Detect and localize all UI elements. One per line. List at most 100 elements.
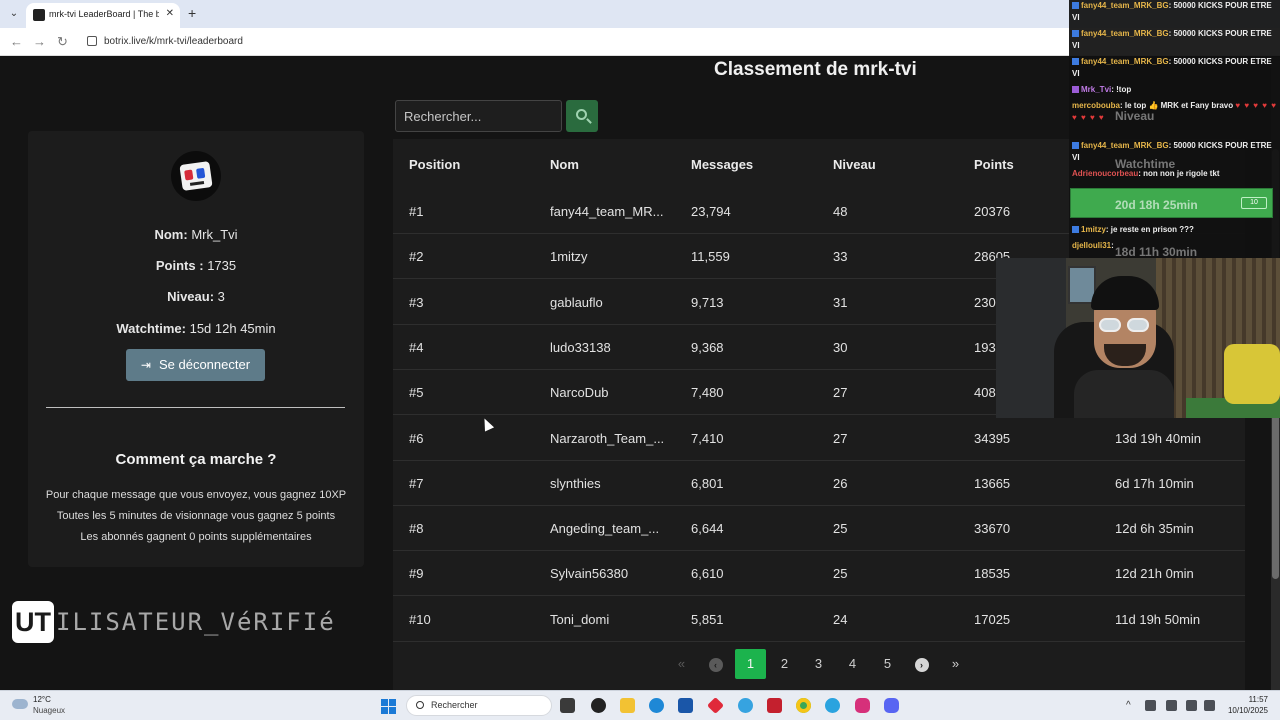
- chat-message: Adrienoucorbeau: non non je rigole tkt: [1072, 169, 1220, 178]
- page-2-button[interactable]: 2: [769, 649, 800, 679]
- cloud-tray-icon[interactable]: [1145, 700, 1156, 711]
- how-it-works-title: Comment ça marche ?: [115, 451, 277, 468]
- cell-name: gablauflo: [550, 294, 603, 310]
- streamer-webcam: [996, 258, 1280, 418]
- first-page-icon[interactable]: «: [666, 649, 697, 679]
- chat-message: djellouli31:: [1072, 241, 1114, 250]
- instagram-icon[interactable]: [855, 698, 870, 713]
- chat-message: Mrk_Tvi: !top: [1072, 84, 1277, 96]
- table-row[interactable]: #7 slynthies 6,801 26 13665 6d 17h 10min: [393, 461, 1245, 506]
- cell-points: 230: [974, 294, 996, 310]
- windows-start-icon[interactable]: [381, 699, 397, 715]
- tab-close-icon[interactable]: ✕: [166, 8, 174, 19]
- cell-messages: 9,368: [691, 339, 724, 355]
- cell-level: 48: [833, 204, 848, 219]
- search-input[interactable]: [395, 100, 562, 132]
- sign-out-icon: ⇥: [140, 358, 151, 372]
- weather-temperature[interactable]: 12°C: [33, 695, 51, 704]
- chrome-icon[interactable]: [796, 698, 811, 713]
- cell-position: #10: [409, 611, 431, 627]
- chat-message: fany44_team_MRK_BG: 50000 KICKS POUR ETR…: [1072, 29, 1272, 50]
- cell-messages: 7,480: [691, 385, 724, 401]
- browser-tab[interactable]: mrk-tvi LeaderBoard | The best ✕: [26, 3, 180, 28]
- file-explorer-icon[interactable]: [620, 698, 635, 713]
- telegram-icon[interactable]: [825, 698, 840, 713]
- clock-date[interactable]: 10/10/2025: [1222, 706, 1268, 715]
- cell-points: 33670: [974, 521, 1011, 537]
- mcafee-icon[interactable]: [767, 698, 782, 713]
- discord-icon[interactable]: [884, 698, 899, 713]
- column-header-level[interactable]: Niveau: [833, 157, 876, 172]
- chat-message: fany44_team_MRK_BG: 50000 KICKS POUR ETR…: [1072, 57, 1272, 78]
- taskbar-search[interactable]: Rechercher: [406, 695, 552, 716]
- profile-points-label: Points :: [155, 258, 204, 273]
- app-icon[interactable]: [707, 697, 724, 714]
- edge-icon[interactable]: [649, 698, 664, 713]
- weather-description[interactable]: Nuageux: [33, 706, 65, 715]
- url-field[interactable]: botrix.live/k/mrk-tvi/leaderboard: [104, 36, 243, 47]
- column-header-messages[interactable]: Messages: [691, 157, 753, 172]
- app-icon[interactable]: [591, 698, 606, 713]
- page-3-button[interactable]: 3: [803, 649, 834, 679]
- cell-watchtime: 11d 19h 50min: [1115, 611, 1201, 627]
- cell-level: 26: [833, 475, 848, 491]
- tab-list-chevron-icon[interactable]: ⌄: [6, 6, 22, 22]
- task-view-icon[interactable]: [560, 698, 575, 713]
- cell-name: Angeding_team_...: [550, 521, 660, 537]
- tab-title: mrk-tvi LeaderBoard | The best: [49, 9, 159, 19]
- profile-name-value: Mrk_Tvi: [191, 227, 238, 242]
- chevron-up-icon[interactable]: ^: [1126, 700, 1137, 711]
- table-row[interactable]: #6 Narzaroth_Team_... 7,410 27 34395 13d 19h …: [393, 416, 1245, 461]
- microphone-icon[interactable]: [1166, 700, 1177, 711]
- profile-points: Points : 1735: [28, 258, 364, 273]
- cell-name: fany44_team_MR...: [550, 204, 664, 219]
- cell-points: 13665: [974, 475, 1011, 491]
- cell-name: Toni_domi: [550, 611, 610, 627]
- cell-name: Narzaroth_Team_...: [550, 430, 665, 446]
- cell-name: 1mitzy: [550, 249, 588, 265]
- column-header-points[interactable]: Points: [974, 157, 1014, 172]
- back-arrow-icon[interactable]: ←: [10, 34, 23, 49]
- cloud-icon[interactable]: [12, 699, 28, 709]
- cell-name: ludo33138: [550, 339, 611, 355]
- page-5-button[interactable]: 5: [872, 649, 903, 679]
- wifi-icon[interactable]: [1186, 700, 1197, 711]
- previous-page-icon[interactable]: ‹: [700, 649, 731, 679]
- search-button[interactable]: [566, 100, 598, 132]
- last-page-icon[interactable]: »: [940, 649, 971, 679]
- site-info-icon[interactable]: [87, 36, 97, 46]
- cell-points: 193: [974, 339, 996, 355]
- profile-level-value: 3: [217, 289, 225, 304]
- profile-watchtime-label: Watchtime:: [116, 321, 186, 336]
- clock-time[interactable]: 11:57: [1222, 695, 1268, 704]
- cell-points: 17025: [974, 611, 1011, 627]
- cell-messages: 23,794: [691, 204, 731, 219]
- column-header-name[interactable]: Nom: [550, 157, 579, 172]
- next-page-icon[interactable]: ›: [906, 649, 937, 679]
- table-row[interactable]: #9 Sylvain56380 6,610 25 18535 12d 21h 0min: [393, 551, 1245, 597]
- profile-watchtime-value: 15d 12h 45min: [189, 321, 276, 336]
- page-1-button[interactable]: 1: [735, 649, 766, 679]
- page-4-button[interactable]: 4: [837, 649, 868, 679]
- cell-messages: 6,644: [691, 521, 724, 537]
- divider: [46, 407, 345, 408]
- verified-user-logo: UT: [12, 601, 54, 643]
- ghost-watchtime: 20d 18h 25min: [1115, 198, 1198, 212]
- reload-icon[interactable]: ↻: [57, 34, 68, 50]
- table-row[interactable]: #10 Toni_domi 5,851 24 17025 11d 19h 50min: [393, 597, 1245, 642]
- cell-level: 27: [833, 430, 848, 446]
- cell-level: 24: [833, 611, 848, 627]
- cell-watchtime: 12d 21h 0min: [1115, 566, 1194, 582]
- volume-icon[interactable]: [1204, 700, 1215, 711]
- chat-gift-alert: 20d 18h 25min 10: [1070, 188, 1273, 218]
- profile-name: Nom: Mrk_Tvi: [28, 227, 364, 242]
- forward-arrow-icon[interactable]: →: [33, 34, 46, 49]
- cell-position: #2: [409, 249, 424, 265]
- column-header-position[interactable]: Position: [409, 157, 460, 172]
- how-line: Pour chaque message que vous envoyez, vo…: [45, 489, 347, 501]
- table-row[interactable]: #8 Angeding_team_... 6,644 25 33670 12d 6h 35…: [393, 506, 1245, 552]
- store-icon[interactable]: [678, 698, 693, 713]
- new-tab-plus-icon[interactable]: +: [188, 5, 196, 21]
- logout-button[interactable]: ⇥ Se déconnecter: [126, 349, 265, 381]
- app-icon[interactable]: [738, 698, 753, 713]
